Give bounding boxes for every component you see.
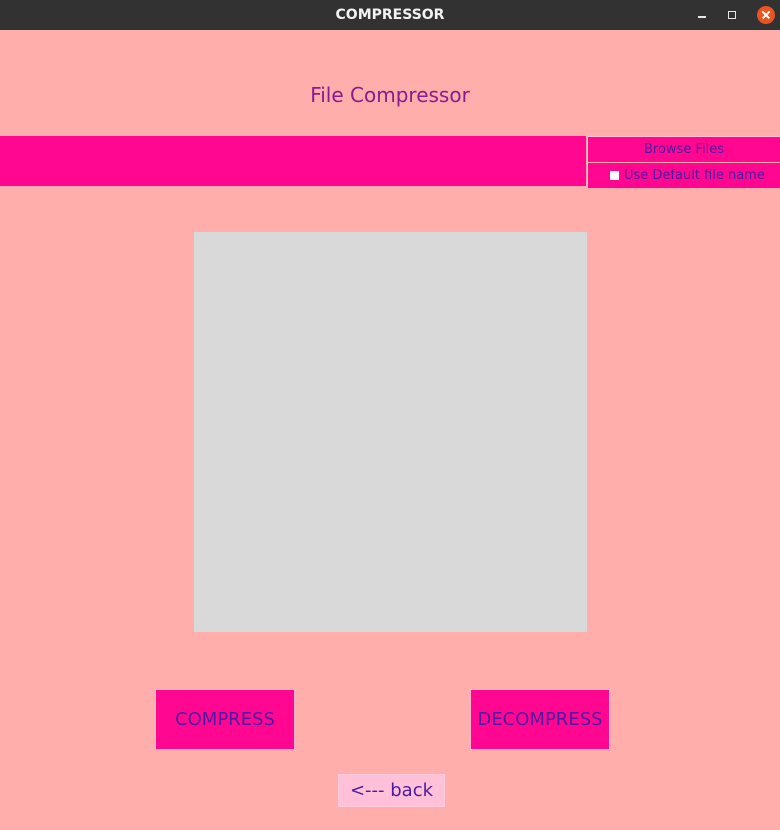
default-file-name-checkbox[interactable] xyxy=(610,171,619,180)
window-title: COMPRESSOR xyxy=(335,7,445,23)
default-file-name-label: Use Default file name xyxy=(624,168,765,183)
close-icon xyxy=(757,6,775,24)
compress-button[interactable]: COMPRESS xyxy=(155,689,295,750)
minimize-icon xyxy=(698,16,706,18)
maximize-icon xyxy=(728,11,736,19)
maximize-button[interactable] xyxy=(720,0,744,30)
minimize-button[interactable] xyxy=(690,0,714,30)
preview-panel xyxy=(194,232,587,632)
page-title: File Compressor xyxy=(310,83,470,107)
decompress-button[interactable]: DECOMPRESS xyxy=(470,689,610,750)
close-button[interactable] xyxy=(754,0,778,30)
app-window: COMPRESSOR File Compressor Browse Files … xyxy=(0,0,780,830)
back-button[interactable]: <--- back xyxy=(338,774,445,807)
browse-files-button[interactable]: Browse Files xyxy=(587,136,780,162)
default-file-name-option[interactable]: Use Default file name xyxy=(587,163,780,188)
file-path-field[interactable] xyxy=(0,136,586,186)
title-bar[interactable]: COMPRESSOR xyxy=(0,0,780,30)
